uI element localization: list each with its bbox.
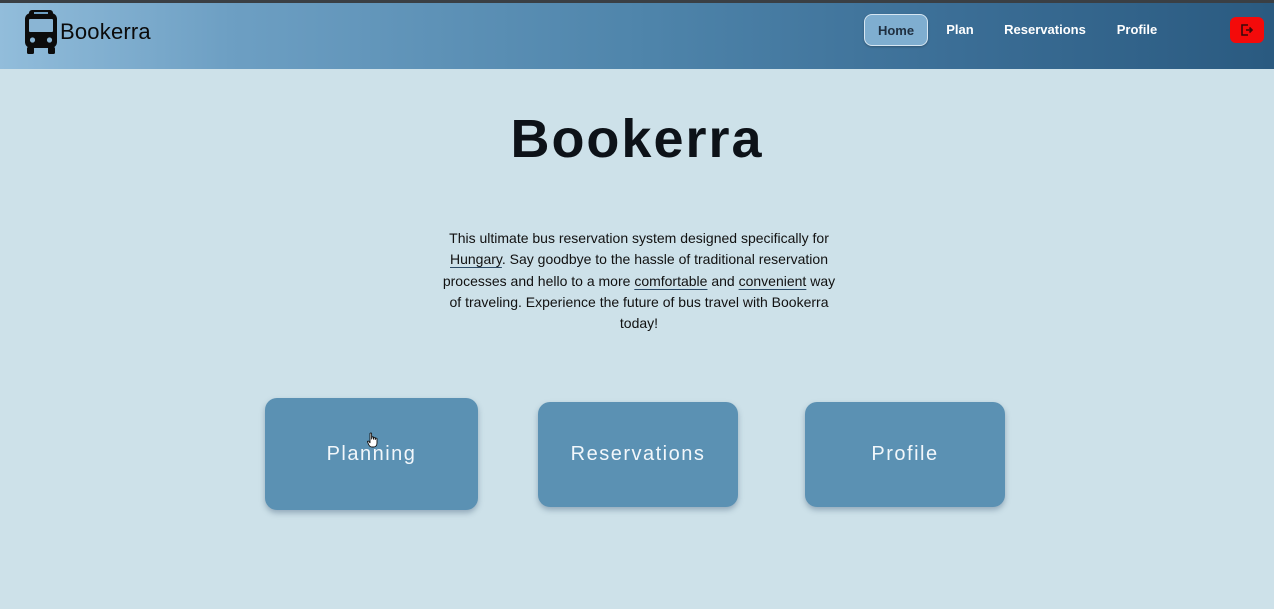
logout-icon <box>1241 24 1254 36</box>
convenient-link: convenient <box>738 272 807 289</box>
nav-profile[interactable]: Profile <box>1106 14 1168 44</box>
comfortable-link: comfortable <box>634 272 708 289</box>
intro-text-3: and <box>707 272 739 289</box>
top-navbar: Bookerra Home Plan Reservations Profile <box>0 3 1274 69</box>
profile-card-button[interactable]: Profile <box>805 402 1005 507</box>
nav-plan[interactable]: Plan <box>936 14 984 44</box>
intro-text-1: This ultimate bus reservation system des… <box>449 230 829 246</box>
logout-button[interactable] <box>1230 17 1264 43</box>
bus-icon <box>25 10 57 54</box>
planning-card-button[interactable]: Planning <box>265 398 478 510</box>
nav-home[interactable]: Home <box>864 14 928 46</box>
brand-name: Bookerra <box>60 19 151 44</box>
brand[interactable]: Bookerra <box>24 10 151 54</box>
nav-reservations[interactable]: Reservations <box>996 14 1094 44</box>
intro-paragraph: This ultimate bus reservation system des… <box>437 228 841 334</box>
hungary-link: Hungary <box>450 251 502 268</box>
hero-title: Bookerra <box>510 109 764 169</box>
reservations-card-button[interactable]: Reservations <box>538 402 738 507</box>
hand-pointer-cursor-icon <box>367 432 378 448</box>
